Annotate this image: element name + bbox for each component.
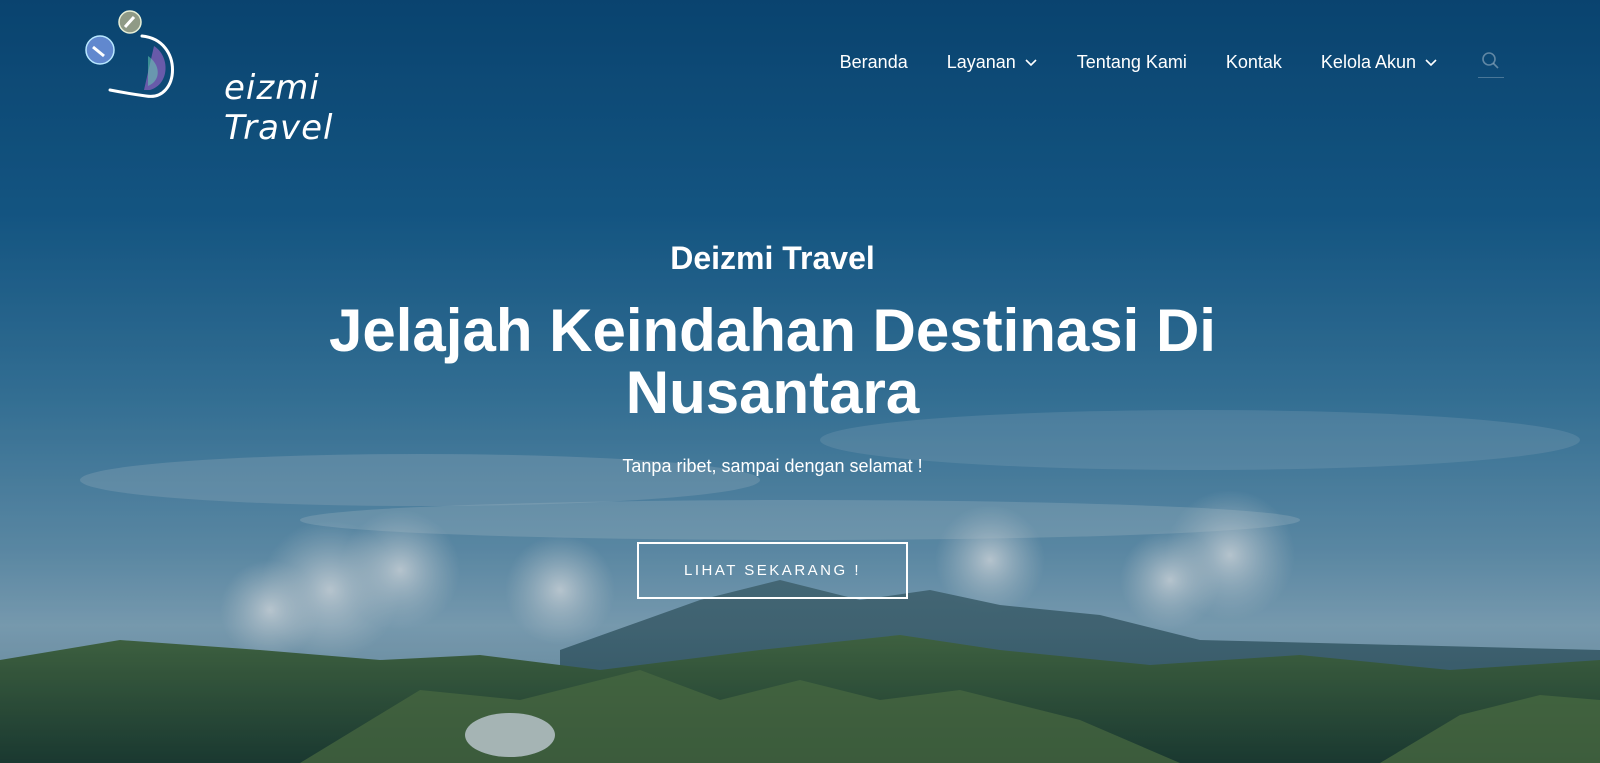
search-underline <box>1478 77 1504 78</box>
hero-headline: Jelajah Keindahan Destinasi Di Nusantara <box>329 297 1216 426</box>
nav-item-kontak[interactable]: Kontak <box>1226 52 1282 73</box>
chevron-down-icon <box>1425 59 1437 67</box>
nav-item-label: Kontak <box>1225 51 1282 72</box>
nav-item-kelola-akun[interactable]: Kelola Akun <box>1321 52 1438 73</box>
search-button[interactable] <box>1478 48 1504 78</box>
main-navigation: Beranda Layanan Tentang Kami Kontak Kelo… <box>801 48 1504 78</box>
hero-eyebrow: Deizmi Travel <box>670 240 875 276</box>
logo-text: eizmi Travel <box>224 68 334 148</box>
lihat-sekarang-button[interactable]: LIHAT SEKARANG ! <box>637 542 908 599</box>
nav-item-label: Kelola Akun <box>1320 51 1416 72</box>
search-icon <box>1482 52 1499 69</box>
nav-item-tentang-kami[interactable]: Tentang Kami <box>1077 52 1187 73</box>
site-logo[interactable]: eizmi Travel <box>84 6 354 148</box>
nav-item-label: Beranda <box>839 51 908 72</box>
chevron-down-icon <box>1025 59 1037 67</box>
nav-item-label: Layanan <box>946 51 1016 72</box>
nav-item-label: Tentang Kami <box>1076 51 1187 72</box>
nav-item-layanan[interactable]: Layanan <box>947 52 1038 73</box>
nav-item-beranda[interactable]: Beranda <box>840 52 908 73</box>
hero-content: Deizmi Travel Jelajah Keindahan Destinas… <box>0 238 1545 599</box>
hero-tagline: Tanpa ribet, sampai dengan selamat ! <box>622 456 923 476</box>
